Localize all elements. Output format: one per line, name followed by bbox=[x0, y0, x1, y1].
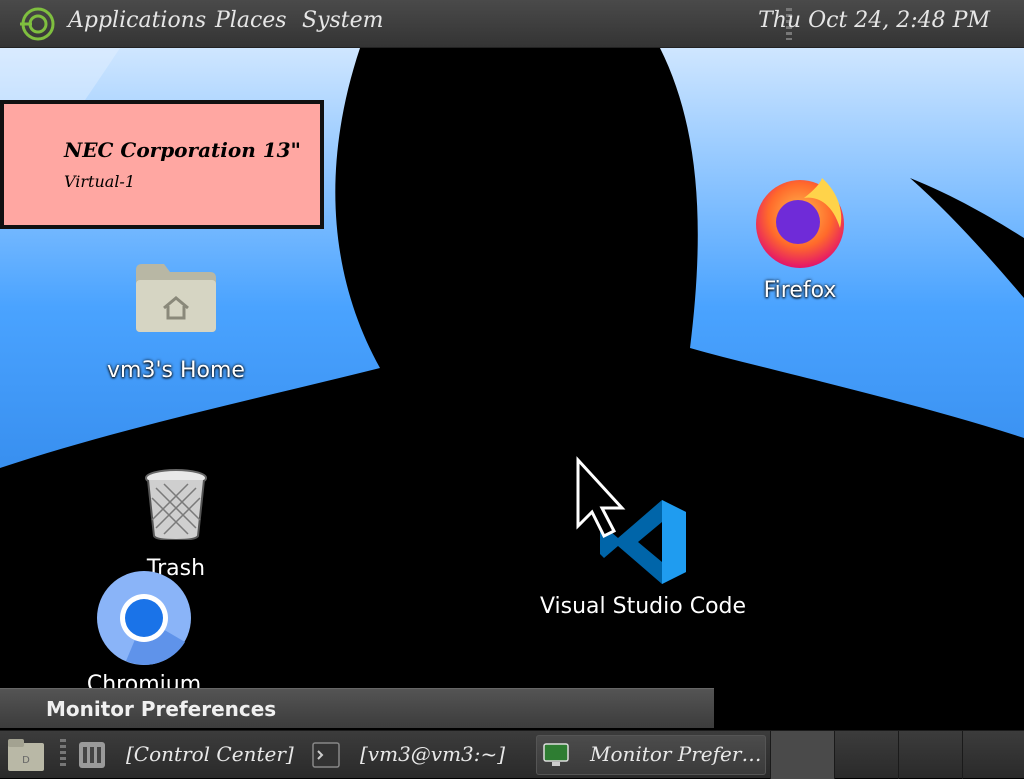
monitor-icon bbox=[543, 743, 569, 766]
trash-icon bbox=[145, 469, 207, 542]
workspace-1[interactable] bbox=[770, 731, 834, 779]
desktop-icon-label: vm3's Home bbox=[107, 358, 245, 383]
panel-drag-handle[interactable] bbox=[60, 739, 66, 769]
task-control-center[interactable]: [Control Center] bbox=[72, 735, 294, 775]
mate-logo-icon[interactable] bbox=[18, 6, 58, 42]
control-center-icon bbox=[79, 742, 105, 768]
task-monitor-preferences[interactable]: Monitor Prefer… bbox=[536, 735, 766, 775]
terminal-icon bbox=[312, 742, 340, 768]
workspace-3[interactable] bbox=[898, 731, 962, 779]
desktop-icon-firefox[interactable]: Firefox bbox=[752, 172, 848, 303]
task-terminal[interactable]: [vm3@vm3:~] bbox=[306, 735, 526, 775]
task-label: [vm3@vm3:~] bbox=[360, 742, 506, 766]
desktop-icon-trash[interactable]: Trash bbox=[144, 468, 208, 581]
monitor-label[interactable]: NEC Corporation 13" Virtual-1 bbox=[0, 100, 324, 229]
task-label: Monitor Prefer… bbox=[590, 742, 762, 766]
monitor-label-subtitle: Virtual-1 bbox=[64, 172, 136, 191]
workspace-2[interactable] bbox=[834, 731, 898, 779]
menu-places[interactable]: Places bbox=[215, 8, 287, 33]
home-folder-icon bbox=[136, 264, 216, 332]
svg-text:D: D bbox=[22, 755, 30, 766]
menu-applications[interactable]: Applications bbox=[68, 8, 206, 33]
top-panel: Applications Places System Thu Oct 24, 2… bbox=[0, 0, 1024, 48]
clock[interactable]: Thu Oct 24, 2:48 PM bbox=[758, 8, 990, 33]
window-title: Monitor Preferences bbox=[46, 697, 277, 721]
desktop-icon-label: Firefox bbox=[763, 278, 837, 303]
monitor-preferences-titlebar[interactable]: Monitor Preferences bbox=[0, 688, 714, 728]
menu-system[interactable]: System bbox=[302, 8, 384, 33]
desktop-icon-home[interactable]: vm3's Home bbox=[107, 262, 245, 383]
task-label: [Control Center] bbox=[126, 742, 294, 766]
mouse-cursor-icon bbox=[576, 456, 626, 539]
monitor-label-title: NEC Corporation 13" bbox=[64, 138, 301, 162]
chromium-icon bbox=[97, 571, 191, 665]
desktop-icon-chromium[interactable]: Chromium bbox=[87, 570, 201, 690]
firefox-icon bbox=[756, 178, 844, 268]
show-desktop-icon[interactable]: D bbox=[6, 737, 46, 773]
desktop-icon-label: Visual Studio Code bbox=[539, 594, 747, 619]
bottom-panel: D [Control Center] [vm3@vm3:~] Monitor P… bbox=[0, 730, 1024, 779]
workspace-4[interactable] bbox=[962, 731, 1024, 779]
